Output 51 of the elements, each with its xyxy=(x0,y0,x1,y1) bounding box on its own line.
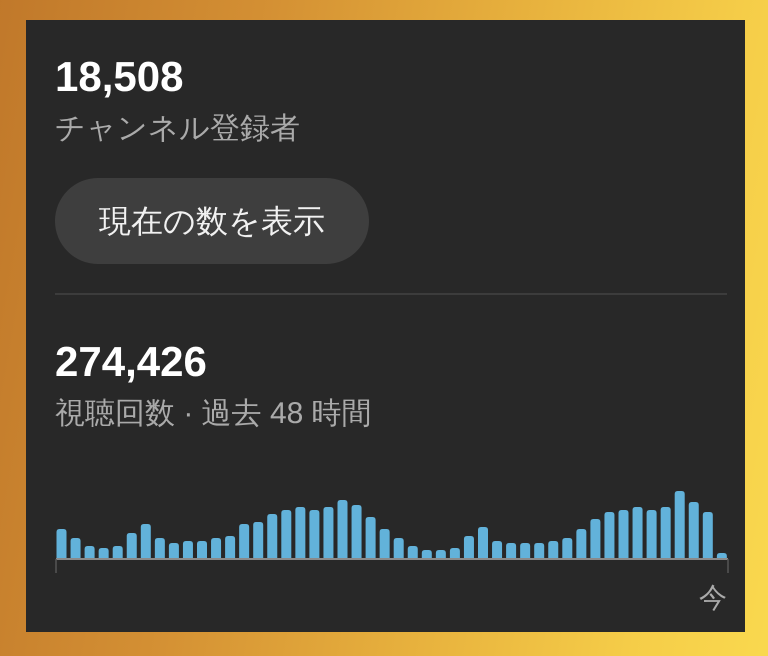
chart-bar xyxy=(112,546,123,559)
chart-bar xyxy=(126,533,137,559)
chart-bar xyxy=(688,502,699,559)
chart-bar xyxy=(225,536,236,559)
chart-bar xyxy=(281,510,292,559)
chart-bar xyxy=(154,538,165,559)
chart-bar xyxy=(562,538,572,559)
chart-bar xyxy=(506,543,516,559)
chart-bar xyxy=(604,512,614,559)
chart-bar xyxy=(632,507,643,559)
chart-bar xyxy=(646,510,657,559)
chart-bar xyxy=(295,507,306,559)
chart-bar xyxy=(576,529,586,559)
chart-bar xyxy=(338,500,348,559)
chart-bar xyxy=(168,543,179,559)
chart-bar xyxy=(394,538,404,559)
chart-bar xyxy=(140,524,151,559)
views-count: 274,426 xyxy=(55,341,208,383)
chart-bar xyxy=(84,546,95,559)
chart-bar xyxy=(56,529,66,559)
chart-bar xyxy=(366,517,376,559)
chart-bar xyxy=(520,543,530,559)
chart-bar xyxy=(548,541,558,559)
chart-bar xyxy=(267,514,278,559)
chart-bar xyxy=(450,548,460,559)
chart-bar xyxy=(197,541,207,559)
chart-bar xyxy=(98,548,109,559)
chart-end-label: 今 xyxy=(698,581,727,615)
chart-bar xyxy=(674,491,685,559)
chart-bar xyxy=(590,519,600,559)
chart-bar xyxy=(492,541,502,559)
show-current-count-button[interactable]: 現在の数を表示 xyxy=(55,178,369,264)
chart-bar xyxy=(380,529,390,559)
chart-bar xyxy=(702,512,713,559)
chart-bar xyxy=(478,527,488,559)
chart-bar xyxy=(464,536,474,559)
subscriber-count: 18,508 xyxy=(55,56,184,98)
chart-bar xyxy=(352,505,362,559)
subscriber-label: チャンネル登録者 xyxy=(55,111,300,147)
chart-bar xyxy=(309,510,320,559)
views-label: 視聴回数 · 過去 48 時間 xyxy=(55,396,373,432)
chart-bar xyxy=(253,522,264,559)
chart-bar xyxy=(323,507,334,559)
chart-bar xyxy=(534,543,544,559)
chart-bar xyxy=(408,546,418,559)
chart-bar xyxy=(182,541,193,559)
chart-bar xyxy=(70,538,81,559)
chart-bar xyxy=(618,510,628,559)
chart-bar xyxy=(211,538,222,559)
chart-bar xyxy=(239,524,250,559)
chart-bar xyxy=(660,507,671,559)
